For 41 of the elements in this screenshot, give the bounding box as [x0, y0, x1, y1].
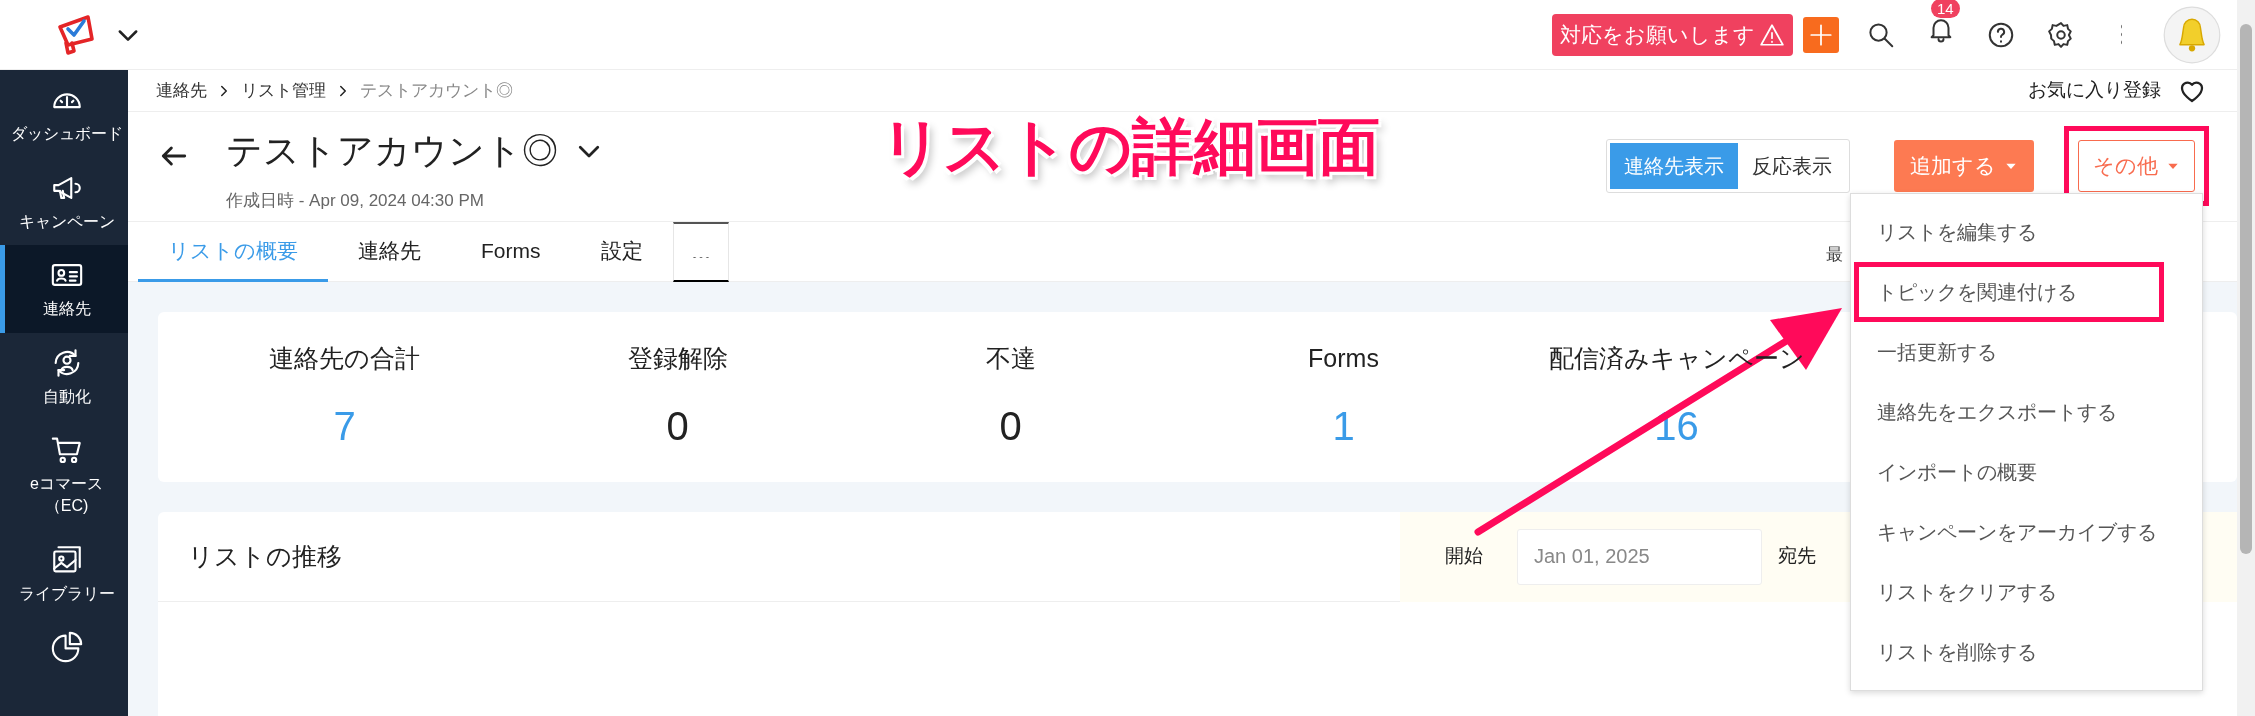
menu-item[interactable]: リストを編集する [1851, 202, 2202, 262]
breadcrumb-link[interactable]: リスト管理 [241, 77, 326, 104]
annotation-title: リストの詳細画面 [880, 111, 1380, 183]
alert-button[interactable]: 対応をお願いします [1552, 13, 1793, 56]
menu-item[interactable]: インポートの概要 [1851, 442, 2202, 502]
sidebar-item[interactable]: 連絡先 [0, 245, 128, 333]
notification-badge: 14 [1931, 0, 1960, 18]
tab[interactable]: Forms [451, 222, 571, 282]
pie-chart-icon [49, 630, 84, 665]
sidebar-item[interactable]: キャンペーン [0, 157, 128, 246]
last-updated-label: 最 [1826, 243, 1843, 266]
sidebar-item[interactable]: eコマース（EC) [0, 420, 128, 530]
favorite-label: お気に入り登録 [2028, 78, 2161, 103]
stat-label: 登録解除 [626, 343, 729, 374]
warning-icon [1759, 21, 1785, 48]
stat-label: Forms [1307, 343, 1380, 374]
tab[interactable]: 設定 [570, 222, 673, 282]
end-date-label: 宛先 [1778, 544, 1816, 569]
menu-item[interactable]: 一括更新する [1851, 322, 2202, 382]
bell-button[interactable]: 14 [1923, 0, 1959, 53]
stat-value: 0 [665, 402, 690, 450]
menu-item[interactable]: リストを削除する [1851, 622, 2202, 682]
start-date-label: 開始 [1445, 544, 1483, 569]
trend-title: リストの推移 [187, 540, 342, 572]
sidebar-item[interactable]: ダッシュボード [0, 70, 128, 158]
sidebar-item[interactable]: 自動化 [0, 332, 128, 421]
created-date: 作成日時 - Apr 09, 2024 04:30 PM [226, 190, 485, 212]
start-date-field[interactable]: Jan 01, 2025 [1517, 528, 1762, 585]
breadcrumb-link[interactable]: 連絡先 [156, 77, 207, 104]
menu-item[interactable]: キャンペーンをアーカイブする [1851, 502, 2202, 562]
stat-label: 不達 [984, 343, 1037, 374]
menu-item[interactable]: リストをクリアする [1851, 562, 2202, 622]
menu-item[interactable]: 連絡先をエクスポートする [1851, 382, 2202, 442]
tab[interactable]: 連絡先 [328, 222, 451, 282]
stat-value: 0 [998, 402, 1023, 450]
scrollbar[interactable] [2237, 0, 2255, 716]
sidebar-item[interactable]: ライブラリー [0, 529, 128, 618]
list-title: テストアカウント◎ [226, 129, 558, 173]
stat-label: 連絡先の合計 [268, 343, 421, 374]
menu-item[interactable]: トピックを関連付ける [1854, 262, 2164, 322]
add-button[interactable] [1803, 16, 1839, 53]
